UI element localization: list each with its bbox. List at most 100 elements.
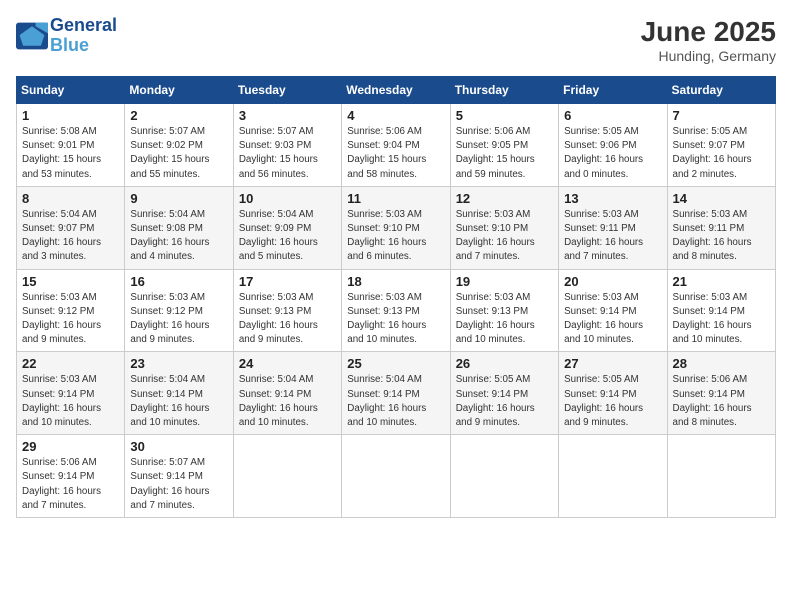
- calendar-cell: 15 Sunrise: 5:03 AM Sunset: 9:12 PM Dayl…: [17, 269, 125, 352]
- day-info: Sunrise: 5:03 AM Sunset: 9:14 PM Dayligh…: [564, 291, 661, 348]
- page-header: GeneralBlue June 2025 Hunding, Germany: [16, 16, 776, 64]
- day-info: Sunrise: 5:06 AM Sunset: 9:14 PM Dayligh…: [22, 456, 119, 513]
- calendar-cell: 5 Sunrise: 5:06 AM Sunset: 9:05 PM Dayli…: [450, 104, 558, 187]
- weekday-header-row: Sunday Monday Tuesday Wednesday Thursday…: [17, 77, 776, 104]
- day-info: Sunrise: 5:08 AM Sunset: 9:01 PM Dayligh…: [22, 125, 119, 182]
- day-number: 19: [456, 274, 553, 289]
- calendar-cell: 28 Sunrise: 5:06 AM Sunset: 9:14 PM Dayl…: [667, 352, 775, 435]
- title-block: June 2025 Hunding, Germany: [641, 16, 776, 64]
- day-info: Sunrise: 5:07 AM Sunset: 9:03 PM Dayligh…: [239, 125, 336, 182]
- day-info: Sunrise: 5:06 AM Sunset: 9:05 PM Dayligh…: [456, 125, 553, 182]
- day-number: 12: [456, 191, 553, 206]
- day-info: Sunrise: 5:03 AM Sunset: 9:10 PM Dayligh…: [347, 208, 444, 265]
- header-thursday: Thursday: [450, 77, 558, 104]
- calendar-cell: 3 Sunrise: 5:07 AM Sunset: 9:03 PM Dayli…: [233, 104, 341, 187]
- calendar-cell: 11 Sunrise: 5:03 AM Sunset: 9:10 PM Dayl…: [342, 186, 450, 269]
- day-info: Sunrise: 5:05 AM Sunset: 9:14 PM Dayligh…: [456, 373, 553, 430]
- day-info: Sunrise: 5:03 AM Sunset: 9:11 PM Dayligh…: [673, 208, 770, 265]
- day-info: Sunrise: 5:07 AM Sunset: 9:02 PM Dayligh…: [130, 125, 227, 182]
- day-info: Sunrise: 5:04 AM Sunset: 9:09 PM Dayligh…: [239, 208, 336, 265]
- calendar-cell: 22 Sunrise: 5:03 AM Sunset: 9:14 PM Dayl…: [17, 352, 125, 435]
- calendar-week-row: 15 Sunrise: 5:03 AM Sunset: 9:12 PM Dayl…: [17, 269, 776, 352]
- day-number: 21: [673, 274, 770, 289]
- day-number: 24: [239, 356, 336, 371]
- day-info: Sunrise: 5:04 AM Sunset: 9:14 PM Dayligh…: [130, 373, 227, 430]
- calendar-cell: 27 Sunrise: 5:05 AM Sunset: 9:14 PM Dayl…: [559, 352, 667, 435]
- day-info: Sunrise: 5:06 AM Sunset: 9:14 PM Dayligh…: [673, 373, 770, 430]
- calendar-week-row: 8 Sunrise: 5:04 AM Sunset: 9:07 PM Dayli…: [17, 186, 776, 269]
- location: Hunding, Germany: [641, 48, 776, 64]
- day-number: 2: [130, 108, 227, 123]
- calendar-cell: 17 Sunrise: 5:03 AM Sunset: 9:13 PM Dayl…: [233, 269, 341, 352]
- day-number: 17: [239, 274, 336, 289]
- day-info: Sunrise: 5:05 AM Sunset: 9:06 PM Dayligh…: [564, 125, 661, 182]
- day-info: Sunrise: 5:03 AM Sunset: 9:12 PM Dayligh…: [22, 291, 119, 348]
- day-number: 22: [22, 356, 119, 371]
- calendar-cell: 13 Sunrise: 5:03 AM Sunset: 9:11 PM Dayl…: [559, 186, 667, 269]
- day-info: Sunrise: 5:04 AM Sunset: 9:14 PM Dayligh…: [347, 373, 444, 430]
- day-info: Sunrise: 5:04 AM Sunset: 9:08 PM Dayligh…: [130, 208, 227, 265]
- calendar-cell: 30 Sunrise: 5:07 AM Sunset: 9:14 PM Dayl…: [125, 435, 233, 518]
- day-info: Sunrise: 5:03 AM Sunset: 9:10 PM Dayligh…: [456, 208, 553, 265]
- calendar-week-row: 22 Sunrise: 5:03 AM Sunset: 9:14 PM Dayl…: [17, 352, 776, 435]
- day-number: 16: [130, 274, 227, 289]
- calendar-cell: 26 Sunrise: 5:05 AM Sunset: 9:14 PM Dayl…: [450, 352, 558, 435]
- day-info: Sunrise: 5:04 AM Sunset: 9:07 PM Dayligh…: [22, 208, 119, 265]
- day-number: 9: [130, 191, 227, 206]
- header-tuesday: Tuesday: [233, 77, 341, 104]
- day-info: Sunrise: 5:03 AM Sunset: 9:14 PM Dayligh…: [22, 373, 119, 430]
- calendar-cell: [450, 435, 558, 518]
- day-number: 26: [456, 356, 553, 371]
- calendar-cell: 24 Sunrise: 5:04 AM Sunset: 9:14 PM Dayl…: [233, 352, 341, 435]
- month-title: June 2025: [641, 16, 776, 48]
- day-info: Sunrise: 5:03 AM Sunset: 9:13 PM Dayligh…: [239, 291, 336, 348]
- calendar-week-row: 29 Sunrise: 5:06 AM Sunset: 9:14 PM Dayl…: [17, 435, 776, 518]
- calendar-cell: 20 Sunrise: 5:03 AM Sunset: 9:14 PM Dayl…: [559, 269, 667, 352]
- day-number: 10: [239, 191, 336, 206]
- logo-text: GeneralBlue: [50, 16, 117, 56]
- day-number: 1: [22, 108, 119, 123]
- calendar-cell: 9 Sunrise: 5:04 AM Sunset: 9:08 PM Dayli…: [125, 186, 233, 269]
- day-number: 11: [347, 191, 444, 206]
- calendar-cell: 16 Sunrise: 5:03 AM Sunset: 9:12 PM Dayl…: [125, 269, 233, 352]
- calendar-cell: 25 Sunrise: 5:04 AM Sunset: 9:14 PM Dayl…: [342, 352, 450, 435]
- calendar-cell: 10 Sunrise: 5:04 AM Sunset: 9:09 PM Dayl…: [233, 186, 341, 269]
- day-number: 7: [673, 108, 770, 123]
- header-monday: Monday: [125, 77, 233, 104]
- header-sunday: Sunday: [17, 77, 125, 104]
- calendar-cell: [559, 435, 667, 518]
- day-info: Sunrise: 5:03 AM Sunset: 9:13 PM Dayligh…: [456, 291, 553, 348]
- day-info: Sunrise: 5:03 AM Sunset: 9:13 PM Dayligh…: [347, 291, 444, 348]
- calendar-cell: 8 Sunrise: 5:04 AM Sunset: 9:07 PM Dayli…: [17, 186, 125, 269]
- calendar-cell: 18 Sunrise: 5:03 AM Sunset: 9:13 PM Dayl…: [342, 269, 450, 352]
- calendar-table: Sunday Monday Tuesday Wednesday Thursday…: [16, 76, 776, 518]
- day-number: 27: [564, 356, 661, 371]
- calendar-cell: 23 Sunrise: 5:04 AM Sunset: 9:14 PM Dayl…: [125, 352, 233, 435]
- logo-icon: [16, 22, 48, 50]
- day-info: Sunrise: 5:05 AM Sunset: 9:14 PM Dayligh…: [564, 373, 661, 430]
- day-info: Sunrise: 5:07 AM Sunset: 9:14 PM Dayligh…: [130, 456, 227, 513]
- day-number: 4: [347, 108, 444, 123]
- calendar-cell: [233, 435, 341, 518]
- calendar-cell: [667, 435, 775, 518]
- calendar-cell: 4 Sunrise: 5:06 AM Sunset: 9:04 PM Dayli…: [342, 104, 450, 187]
- day-number: 18: [347, 274, 444, 289]
- day-number: 13: [564, 191, 661, 206]
- calendar-cell: 2 Sunrise: 5:07 AM Sunset: 9:02 PM Dayli…: [125, 104, 233, 187]
- calendar-cell: 21 Sunrise: 5:03 AM Sunset: 9:14 PM Dayl…: [667, 269, 775, 352]
- day-number: 8: [22, 191, 119, 206]
- day-number: 5: [456, 108, 553, 123]
- calendar-cell: 6 Sunrise: 5:05 AM Sunset: 9:06 PM Dayli…: [559, 104, 667, 187]
- header-saturday: Saturday: [667, 77, 775, 104]
- calendar-cell: 14 Sunrise: 5:03 AM Sunset: 9:11 PM Dayl…: [667, 186, 775, 269]
- calendar-cell: 19 Sunrise: 5:03 AM Sunset: 9:13 PM Dayl…: [450, 269, 558, 352]
- day-number: 3: [239, 108, 336, 123]
- day-info: Sunrise: 5:05 AM Sunset: 9:07 PM Dayligh…: [673, 125, 770, 182]
- calendar-week-row: 1 Sunrise: 5:08 AM Sunset: 9:01 PM Dayli…: [17, 104, 776, 187]
- calendar-cell: 12 Sunrise: 5:03 AM Sunset: 9:10 PM Dayl…: [450, 186, 558, 269]
- header-friday: Friday: [559, 77, 667, 104]
- calendar-cell: 7 Sunrise: 5:05 AM Sunset: 9:07 PM Dayli…: [667, 104, 775, 187]
- logo: GeneralBlue: [16, 16, 117, 56]
- day-info: Sunrise: 5:04 AM Sunset: 9:14 PM Dayligh…: [239, 373, 336, 430]
- day-info: Sunrise: 5:06 AM Sunset: 9:04 PM Dayligh…: [347, 125, 444, 182]
